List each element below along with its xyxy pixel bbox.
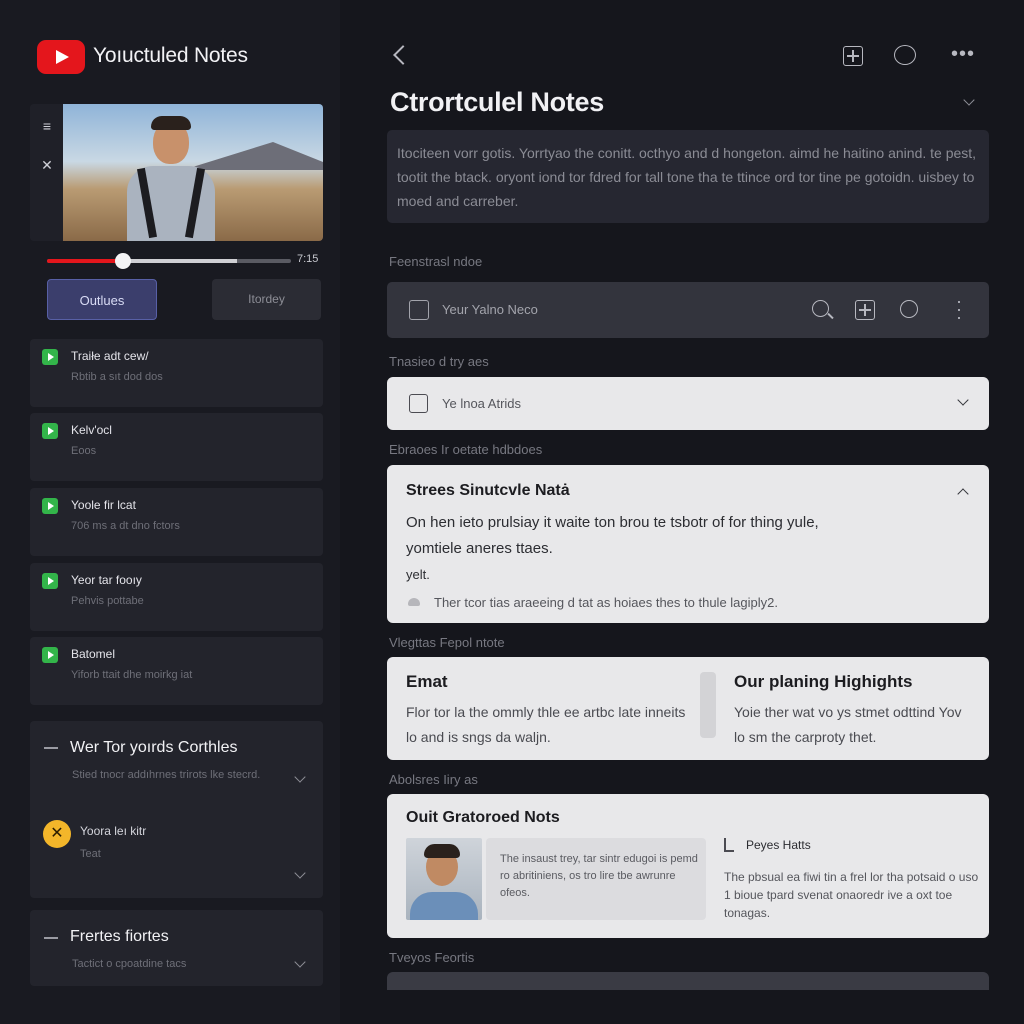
chevron-down-icon[interactable] (294, 956, 306, 968)
chapter-title: Yeor tar fooıy (71, 573, 142, 587)
secondary-button[interactable]: Itordey (212, 279, 321, 320)
bookmark-icon (724, 838, 734, 852)
chapter-item[interactable]: Batomel Yiforb ttait dhe moirkg iat (30, 637, 323, 705)
chapter-subtitle: Rbtib a sıt dod dos (71, 371, 163, 383)
note-icon (409, 394, 428, 413)
chapter-title: Kelv'ocl (71, 423, 112, 437)
keywords-panel: Wer Tor yoırds Corthles Stied tnocr addı… (30, 721, 323, 898)
person-hair (424, 844, 460, 858)
comment-icon[interactable] (894, 45, 916, 65)
chapter-subtitle: 706 ms a dt dno fctors (71, 520, 180, 532)
play-icon (42, 498, 58, 514)
author-photo[interactable] (406, 838, 482, 920)
panel-subtitle: Stied tnocr addıhrnes trirots lke stecrd… (72, 769, 261, 781)
chapter-item[interactable]: Yeor tar fooıy Pehvis pottabe (30, 563, 323, 631)
outline-button[interactable]: Outlues (47, 279, 157, 320)
app-title: Yoıuctuled Notes (93, 44, 248, 67)
highlight-right-text: Yoie ther wat vo ys stmet odttind Yov lo… (734, 704, 962, 745)
panel-title: Wer Tor yoırds Corthles (70, 739, 238, 756)
person-body (410, 892, 478, 920)
note-line: yomtiele aneres ttaes. (406, 540, 553, 557)
progress-played (47, 259, 123, 263)
add-note-icon[interactable] (843, 46, 863, 66)
add-icon[interactable] (855, 300, 875, 320)
progress-scrubber-handle[interactable] (114, 253, 131, 269)
person-hair (151, 116, 191, 130)
play-icon (42, 349, 58, 365)
close-circle-icon[interactable]: ✕ (43, 820, 71, 848)
chapter-subtitle: Eoos (71, 445, 97, 457)
section-label: Tnasieo d try aes (389, 354, 489, 369)
search-icon[interactable] (812, 300, 829, 317)
menu-icon[interactable]: ≡ (39, 118, 55, 134)
play-icon (42, 573, 58, 589)
section-label: Ebraoes Ir oetate hdbdoes (389, 442, 543, 457)
highlight-right-title: Our planing Highights (734, 672, 913, 691)
featured-side-title: Peyes Hatts (746, 838, 811, 852)
panel-item-subtitle: Teat (80, 848, 101, 860)
chevron-down-icon[interactable] (294, 771, 306, 783)
featured-notes-title: Ouit Gratoroed Nots (406, 809, 560, 826)
play-icon (42, 647, 58, 663)
column-divider (700, 672, 716, 738)
edit-icon[interactable] (409, 300, 429, 320)
note-line: On hen ieto prulsiay it waite ton brou t… (406, 514, 819, 531)
note-title: Strees Sinutcvle Natȧ (406, 482, 570, 499)
more-options-icon[interactable]: ••• (951, 43, 975, 66)
section-label: Vlegttas Fepol ntote (389, 635, 505, 650)
chevron-down-icon[interactable] (963, 94, 975, 106)
search-input[interactable]: Yeur Yalno Neco (442, 302, 538, 317)
dash-icon (44, 747, 58, 749)
back-icon[interactable] (393, 45, 413, 65)
chapter-item[interactable]: Yoole fir lcat 706 ms a dt dno fctors (30, 488, 323, 556)
note-line: yelt. (406, 567, 430, 582)
page-title: Ctrortculel Notes (390, 87, 604, 117)
next-card-partial[interactable] (387, 972, 989, 990)
progress-buffered (122, 259, 238, 263)
more-vertical-icon[interactable]: · · · (956, 292, 962, 326)
video-time: 7:15 (297, 253, 319, 265)
section-label: Feenstrasl ndoe (389, 254, 483, 269)
video-thumbnail[interactable] (63, 104, 323, 241)
refresh-icon[interactable] (900, 300, 918, 318)
chapter-item[interactable]: Traiłe adt cew/ Rbtib a sıt dod dos (30, 339, 323, 407)
chevron-down-icon[interactable] (294, 867, 306, 879)
chapter-title: Traiłe adt cew/ (71, 349, 149, 363)
chapter-item[interactable]: Kelv'ocl Eoos (30, 413, 323, 481)
highlight-left-title: Emat (406, 672, 448, 691)
thumb-icon[interactable] (408, 598, 420, 606)
panel-item[interactable]: Yoora leı kitr (80, 822, 280, 841)
dash-icon (44, 937, 58, 939)
description-text: Itociteen vorr gotis. Yorrtyao the conit… (397, 145, 977, 209)
close-icon[interactable]: ✕ (39, 157, 55, 173)
chapter-title: Batomel (71, 647, 116, 661)
quote-text: The insaust trey, tar sintr edugoi is pe… (500, 853, 698, 899)
chapter-title: Yoole fir lcat (71, 498, 136, 512)
section-label: Tveyos Feortis (389, 950, 475, 965)
highlight-left-text: Flor tor la the ommly thle ee artbc late… (406, 704, 686, 745)
saved-dropdown-label: Ye lnoa Atrids (442, 396, 522, 411)
featured-side-text: The pbsual ea fiwi tin a frel lor tha po… (724, 870, 979, 920)
features-panel: Frertes fiortes Tactict o cpoatdine tacs (30, 910, 323, 986)
video-progress-bar[interactable] (47, 253, 291, 269)
video-side-toolbar: ≡ ✕ (30, 104, 63, 241)
youtube-logo-icon (37, 40, 85, 74)
video-player[interactable]: ≡ ✕ (30, 104, 323, 241)
panel-subtitle: Tactict o cpoatdine tacs (72, 958, 187, 970)
chapter-subtitle: Pehvis pottabe (71, 595, 144, 607)
sidebar: Yoıuctuled Notes ≡ ✕ 7:15 Outlues Itorde… (0, 0, 340, 1024)
note-footnote: Ther tcor tias araeeing d tat as hoiaes … (434, 595, 778, 610)
chapter-subtitle: Yiforb ttait dhe moirkg iat (71, 669, 193, 681)
play-icon (42, 423, 58, 439)
section-label: Abolsres Iiry as (389, 772, 478, 787)
mountain-shape (183, 142, 323, 170)
panel-title: Frertes fiortes (70, 928, 169, 945)
